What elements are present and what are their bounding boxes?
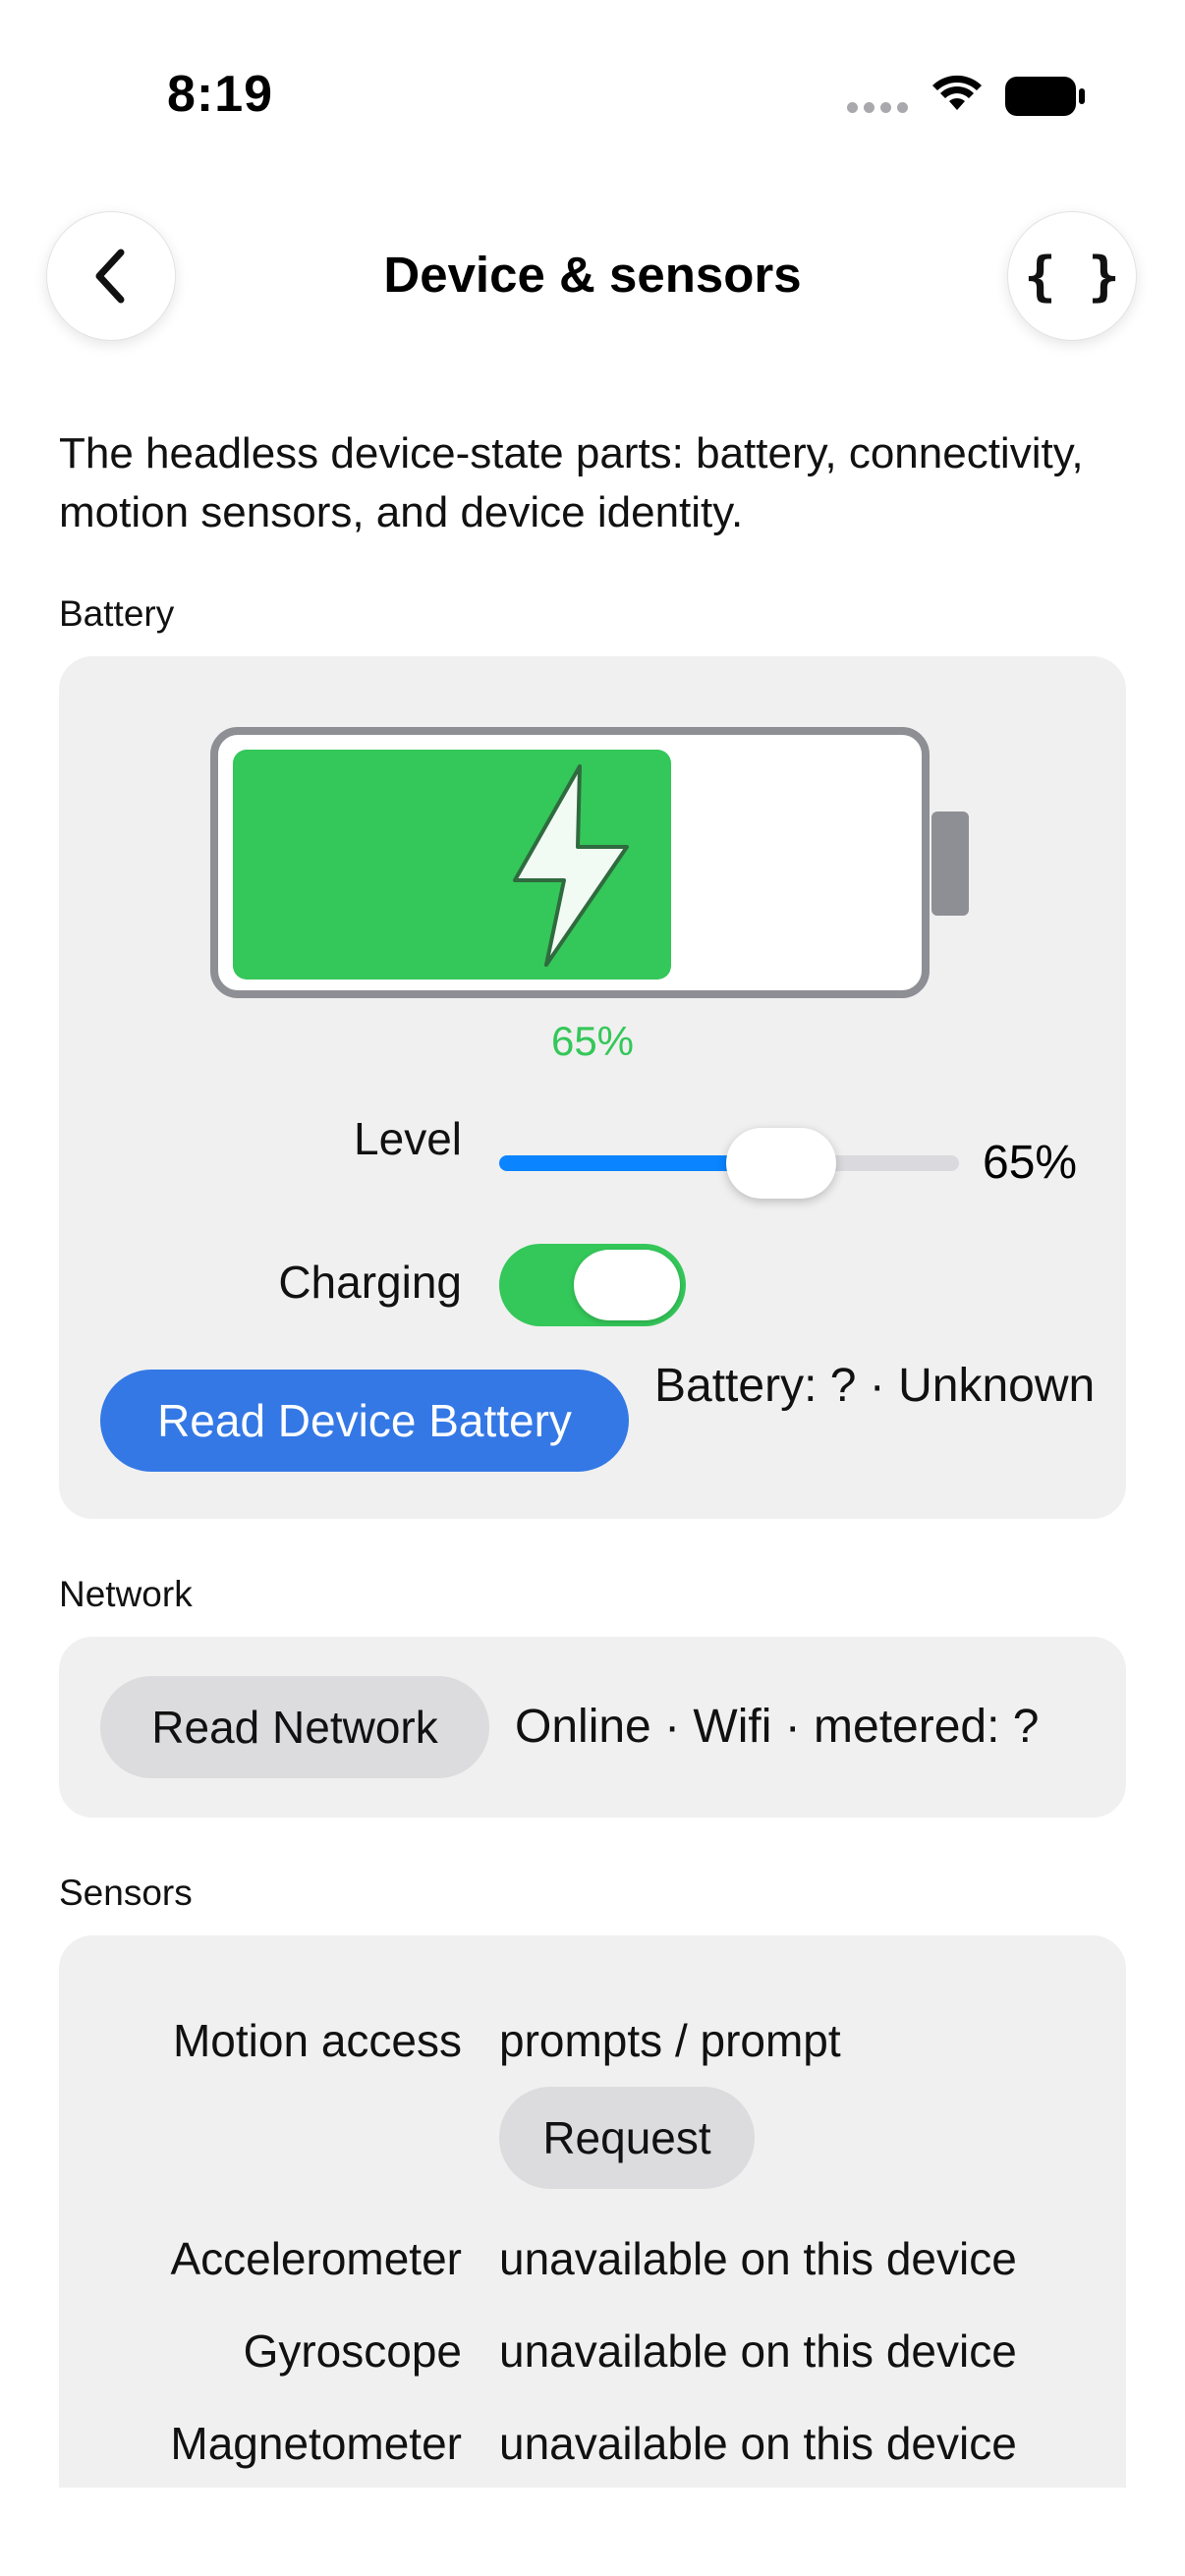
accelerometer-value: unavailable on this device: [499, 2233, 1017, 2284]
battery-percent-label: 65%: [550, 1018, 635, 1064]
network-section-label: Network: [59, 1574, 193, 1614]
status-time: 8:19: [167, 66, 274, 123]
charging-label: Charging: [278, 1257, 462, 1308]
read-device-battery-button[interactable]: Read Device Battery: [100, 1370, 629, 1472]
charging-toggle-knob: [574, 1250, 680, 1320]
magnetometer-label: Magnetometer: [170, 2418, 462, 2469]
gyroscope-value: unavailable on this device: [499, 2325, 1017, 2377]
motion-access-label: Motion access: [172, 2015, 462, 2066]
level-label: Level: [354, 1113, 462, 1164]
gyroscope-label: Gyroscope: [243, 2325, 462, 2377]
request-motion-button[interactable]: Request: [499, 2087, 755, 2189]
read-network-button[interactable]: Read Network: [100, 1676, 489, 1778]
json-view-button[interactable]: { }: [1007, 211, 1137, 341]
motion-access-value: prompts / prompt: [499, 2015, 841, 2066]
level-value: 65%: [983, 1137, 1078, 1189]
battery-status-text: Battery: ? · Unknown: [654, 1360, 1096, 1412]
page-description: The headless device-state parts: battery…: [59, 429, 1084, 536]
accelerometer-label: Accelerometer: [170, 2233, 462, 2284]
curly-braces-icon: { }: [1024, 245, 1120, 308]
lightning-bolt-icon: [513, 764, 629, 967]
cellular-signal-icon: [847, 102, 908, 113]
wifi-icon: [932, 75, 982, 110]
battery-tip: [931, 812, 969, 916]
sensors-section-label: Sensors: [59, 1873, 193, 1913]
battery-section-label: Battery: [59, 593, 175, 634]
magnetometer-value: unavailable on this device: [499, 2418, 1017, 2469]
level-slider-thumb[interactable]: [726, 1128, 836, 1199]
battery-status-icon: [1005, 77, 1085, 116]
network-status-text: Online · Wifi · metered: ?: [515, 1701, 1040, 1753]
